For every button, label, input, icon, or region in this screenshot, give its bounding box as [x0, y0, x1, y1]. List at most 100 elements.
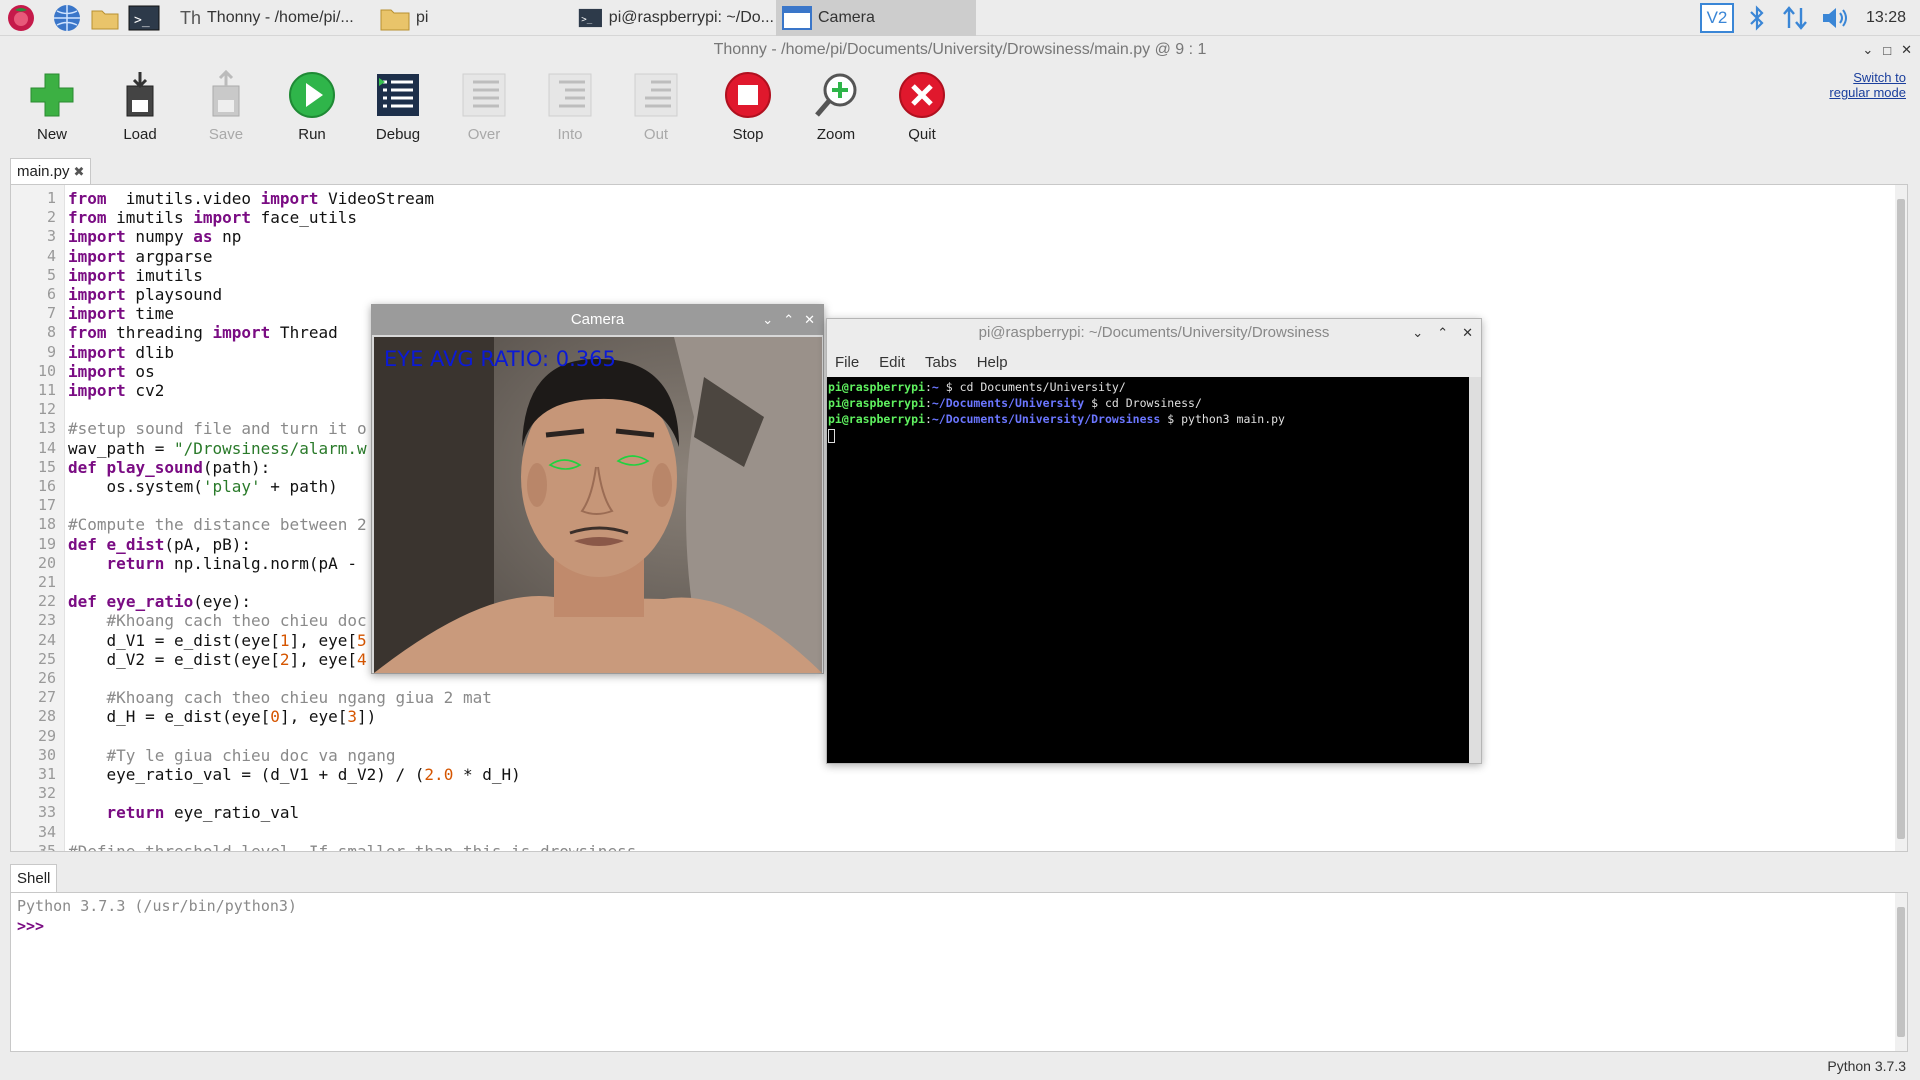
code-line[interactable]: import dlib	[68, 343, 174, 362]
code-line[interactable]: import time	[68, 304, 174, 323]
code-line[interactable]: #Khoang cach theo chieu ngang giua 2 mat	[68, 688, 492, 707]
maximize-icon[interactable]: ⌃	[1437, 319, 1448, 347]
terminal-launcher-icon[interactable]: >_	[128, 3, 160, 33]
code-line[interactable]: return np.linalg.norm(pA -	[68, 554, 367, 573]
code-token: import	[68, 304, 126, 324]
zoom-button[interactable]: Zoom	[796, 70, 876, 143]
camera-titlebar[interactable]: Camera ⌄ ⌃ ✕	[372, 305, 823, 335]
code-line[interactable]: from threading import Thread	[68, 323, 338, 342]
code-line[interactable]: os.system('play' + path)	[68, 477, 338, 496]
raspberry-menu-icon[interactable]	[6, 3, 36, 33]
code-line[interactable]: #setup sound file and turn it o	[68, 419, 367, 438]
eye-ratio-overlay: EYE AVG RATIO: 0.365	[384, 347, 616, 371]
menu-edit[interactable]: Edit	[879, 354, 905, 371]
step-into-button[interactable]: Into	[530, 70, 610, 143]
terminal-titlebar[interactable]: pi@raspberrypi: ~/Documents/University/D…	[827, 319, 1481, 347]
code-line[interactable]: def play_sound(path):	[68, 458, 270, 477]
volume-icon[interactable]	[1820, 4, 1850, 32]
quit-button[interactable]: Quit	[882, 70, 962, 143]
line-number: 10	[37, 361, 56, 380]
code-token: (path):	[202, 457, 271, 477]
step-out-icon	[634, 73, 678, 117]
shell-prompt[interactable]: >>>	[17, 917, 44, 935]
line-number: 20	[37, 553, 56, 572]
menu-tabs[interactable]: Tabs	[925, 354, 957, 371]
terminal-window[interactable]: pi@raspberrypi: ~/Documents/University/D…	[826, 318, 1482, 764]
load-button[interactable]: Load	[100, 70, 180, 143]
task-pi-label: pi	[416, 9, 429, 26]
tab-main-py[interactable]: main.py ✖	[10, 158, 92, 184]
code-token: playsound	[125, 285, 223, 304]
step-over-button[interactable]: Over	[444, 70, 524, 143]
code-line[interactable]: wav_path = "/Drowsiness/alarm.w	[68, 439, 367, 458]
code-line[interactable]: #Ty le giua chieu doc va ngang	[68, 746, 396, 765]
code-line[interactable]: from imutils import face_utils	[68, 208, 357, 227]
menu-file[interactable]: File	[835, 354, 859, 371]
tab-label: main.py	[17, 163, 70, 180]
switch-to-regular-mode-link[interactable]: Switch to regular mode	[1816, 70, 1906, 100]
code-line[interactable]: #Khoang cach theo chieu doc	[68, 611, 367, 630]
minimize-icon[interactable]: ⌄	[762, 305, 773, 335]
file-manager-icon[interactable]	[90, 3, 120, 33]
maximize-icon[interactable]: □	[1883, 43, 1891, 58]
code-line[interactable]: def eye_ratio(eye):	[68, 592, 251, 611]
step-over-icon	[462, 73, 506, 117]
interpreter-status[interactable]: Python 3.7.3	[1827, 1058, 1906, 1074]
close-icon[interactable]: ✕	[1462, 319, 1473, 347]
shell-scrollbar[interactable]	[1895, 893, 1907, 1051]
close-icon[interactable]: ✕	[1901, 42, 1912, 58]
code-line[interactable]: import imutils	[68, 266, 203, 285]
task-terminal[interactable]: >_ pi@raspberrypi: ~/Do...	[572, 0, 774, 36]
minimize-icon[interactable]: ⌄	[1862, 42, 1873, 58]
clock[interactable]: 13:28	[1866, 9, 1906, 27]
tab-shell[interactable]: Shell	[10, 864, 58, 892]
save-button[interactable]: Save	[186, 70, 266, 143]
code-line[interactable]: import argparse	[68, 247, 213, 266]
svg-text:>_: >_	[134, 13, 150, 28]
minimize-icon[interactable]: ⌄	[1412, 319, 1423, 347]
task-thonny[interactable]: Th Thonny - /home/pi/...	[174, 0, 374, 36]
code-line[interactable]: from imutils.video import VideoStream	[68, 189, 434, 208]
debug-button[interactable]: Debug	[358, 70, 438, 143]
line-number: 27	[37, 688, 56, 707]
network-icon[interactable]	[1782, 4, 1808, 32]
task-camera[interactable]: Camera	[776, 0, 976, 36]
code-line[interactable]: eye_ratio_val = (d_V1 + d_V2) / (2.0 * d…	[68, 765, 521, 784]
bluetooth-icon[interactable]	[1748, 4, 1766, 32]
web-browser-icon[interactable]	[52, 3, 82, 33]
code-line[interactable]: d_H = e_dist(eye[0], eye[3])	[68, 707, 377, 726]
menu-help[interactable]: Help	[977, 354, 1008, 371]
terminal-screen[interactable]: pi@raspberrypi:~ $ cd Documents/Universi…	[827, 377, 1469, 763]
shell-panel[interactable]: Python 3.7.3 (/usr/bin/python3) >>>	[10, 892, 1908, 1052]
code-line[interactable]: d_V1 = e_dist(eye[1], eye[5	[68, 631, 367, 650]
line-number: 25	[37, 649, 56, 668]
terminal-scrollbar[interactable]	[1469, 377, 1481, 763]
code-line[interactable]: #Define threshold level. If smaller than…	[68, 842, 636, 851]
code-token: Thread	[270, 323, 338, 343]
close-icon[interactable]: ✕	[804, 305, 815, 335]
code-line[interactable]: import os	[68, 362, 155, 381]
code-line[interactable]: #Compute the distance between 2	[68, 515, 367, 534]
step-out-button[interactable]: Out	[616, 70, 696, 143]
maximize-icon[interactable]: ⌃	[783, 305, 794, 335]
close-tab-icon[interactable]: ✖	[74, 164, 85, 180]
svg-text:>_: >_	[581, 15, 592, 25]
run-button[interactable]: Run	[272, 70, 352, 143]
code-token: #Khoang cach theo chieu ngang giua 2 mat	[68, 688, 492, 708]
stop-button[interactable]: Stop	[708, 70, 788, 143]
code-line[interactable]: import playsound	[68, 285, 222, 304]
task-pi-folder[interactable]: pi	[374, 0, 570, 36]
vnc-icon[interactable]: V2	[1700, 3, 1734, 33]
editor-scrollbar[interactable]	[1895, 185, 1907, 851]
editor-scrollbar-thumb[interactable]	[1897, 199, 1905, 839]
code-line[interactable]: import numpy as np	[68, 227, 241, 246]
code-token: #Ty le giua chieu doc va ngang	[68, 745, 396, 765]
code-line[interactable]: return eye_ratio_val	[68, 803, 300, 822]
new-button[interactable]: New	[12, 70, 92, 143]
code-line[interactable]: def e_dist(pA, pB):	[68, 535, 251, 554]
code-line[interactable]: d_V2 = e_dist(eye[2], eye[4	[68, 650, 367, 669]
shell-scrollbar-thumb[interactable]	[1897, 907, 1905, 1037]
code-line[interactable]: import cv2	[68, 381, 164, 400]
camera-window[interactable]: Camera ⌄ ⌃ ✕ EYE AVG RATIO: 0.365	[371, 304, 824, 674]
